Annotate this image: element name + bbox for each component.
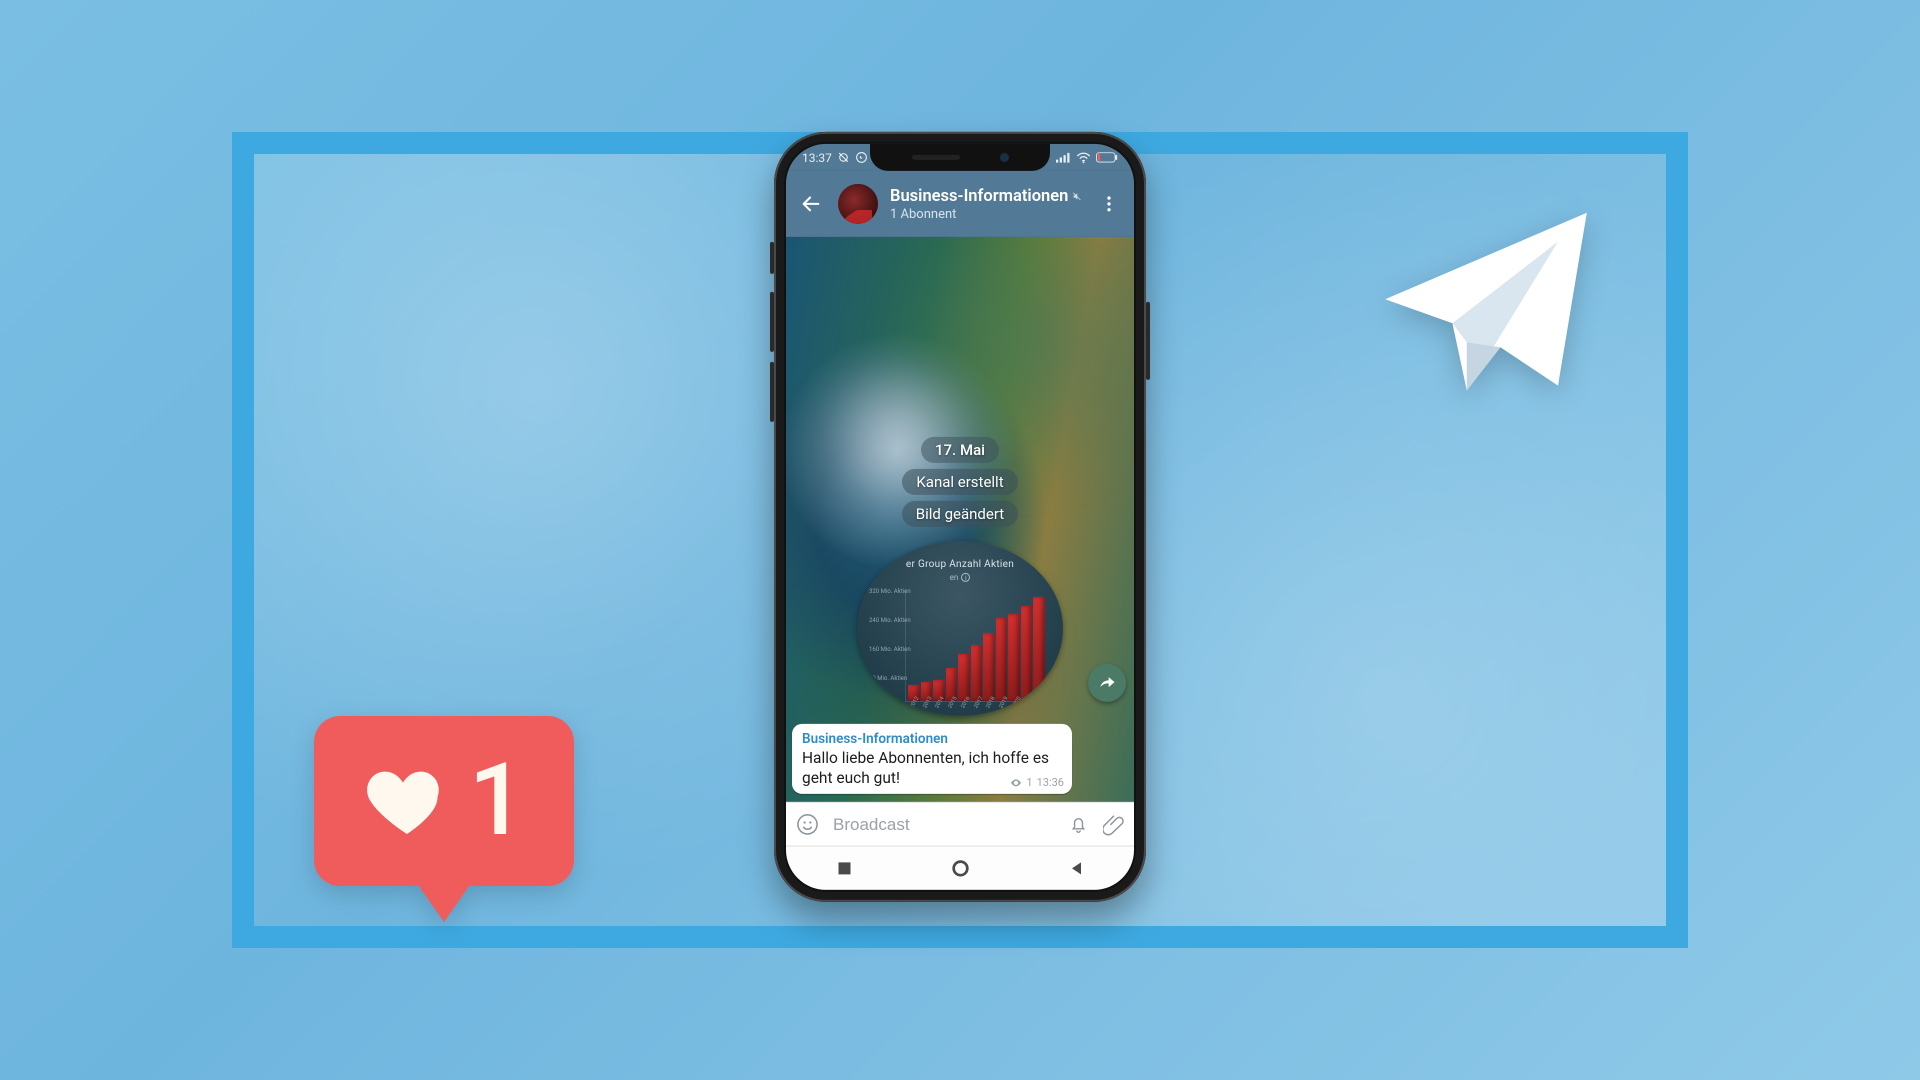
phone-notch <box>870 144 1050 171</box>
android-nav-bar <box>786 846 1134 890</box>
heart-icon <box>363 757 451 845</box>
channel-subscribers: 1 Abonnent <box>890 206 1082 221</box>
back-button[interactable] <box>796 189 826 219</box>
chat-area[interactable]: 17. Mai Kanal erstellt Bild geändert er … <box>786 237 1134 802</box>
like-badge: 1 <box>314 716 574 886</box>
phone-side-button <box>1146 302 1150 380</box>
chart-bar <box>996 618 1008 701</box>
chart-bar <box>971 645 983 700</box>
channel-title-box[interactable]: Business-Informationen 1 Abonnent <box>890 186 1082 221</box>
nav-recent-button[interactable] <box>835 859 853 877</box>
round-video-message[interactable]: er Group Anzahl Aktien en i 320 Mio. Akt… <box>857 541 1063 716</box>
share-arrow-icon <box>1097 673 1117 693</box>
wifi-icon <box>1076 151 1091 163</box>
chat-header: Business-Informationen 1 Abonnent <box>786 171 1134 237</box>
telegram-plane-icon <box>1346 184 1626 424</box>
battery-icon <box>1096 152 1118 163</box>
chart-bar <box>1008 614 1020 700</box>
message-sender: Business-Informationen <box>802 731 1062 747</box>
message-input-bar <box>786 802 1134 846</box>
message-time: 13:36 <box>1037 776 1064 789</box>
phone-frame: 13:37 Business-Information <box>774 132 1146 902</box>
whatsapp-icon <box>855 151 868 164</box>
muted-icon <box>1072 189 1082 202</box>
share-button[interactable] <box>1088 664 1126 702</box>
date-divider: 17. Mai <box>921 437 999 463</box>
chart-bar <box>958 654 970 701</box>
chart-title: er Group Anzahl Aktien <box>906 559 1014 570</box>
emoji-button[interactable] <box>796 812 819 836</box>
arrow-left-icon <box>800 193 822 215</box>
nav-back-button[interactable] <box>1067 859 1085 877</box>
more-vertical-icon <box>1099 194 1119 214</box>
message-bubble[interactable]: Business-Informationen Hallo liebe Abonn… <box>792 724 1072 794</box>
triangle-left-icon <box>1069 861 1084 876</box>
smiley-icon <box>796 813 819 836</box>
stage: 1 13:37 <box>232 132 1688 948</box>
nav-home-button[interactable] <box>951 859 969 877</box>
chart-bar <box>1033 597 1045 701</box>
mute-schedule-button[interactable] <box>1068 812 1089 836</box>
more-options-button[interactable] <box>1094 189 1124 219</box>
attach-button[interactable] <box>1103 812 1125 836</box>
paperclip-icon <box>1103 813 1125 835</box>
phone-side-button <box>770 292 774 352</box>
square-icon <box>837 861 852 876</box>
alarm-off-icon <box>837 151 850 164</box>
circle-icon <box>952 860 969 877</box>
like-count: 1 <box>469 751 526 851</box>
system-message-channel-created: Kanal erstellt <box>902 469 1017 495</box>
signal-icon <box>1056 152 1071 163</box>
eye-icon <box>1010 776 1022 788</box>
phone-side-button <box>770 362 774 422</box>
channel-avatar[interactable] <box>838 184 878 224</box>
clock-text: 13:37 <box>802 150 832 164</box>
system-message-image-changed: Bild geändert <box>902 501 1018 527</box>
info-icon: i <box>961 573 970 582</box>
channel-title: Business-Informationen <box>890 186 1068 205</box>
message-views: 1 <box>1026 776 1032 789</box>
chart-bar <box>983 633 995 700</box>
chart-bar <box>946 668 958 701</box>
bell-icon <box>1068 814 1089 835</box>
chart-subtitle: en i <box>950 573 971 582</box>
broadcast-input[interactable] <box>833 814 1054 834</box>
message-meta: 1 13:36 <box>1010 776 1064 789</box>
chart-body: 320 Mio. Aktien240 Mio. Aktien160 Mio. A… <box>875 590 1045 716</box>
phone-side-button <box>770 242 774 274</box>
phone-screen: 13:37 Business-Information <box>786 144 1134 890</box>
chart-bar <box>1021 605 1033 700</box>
